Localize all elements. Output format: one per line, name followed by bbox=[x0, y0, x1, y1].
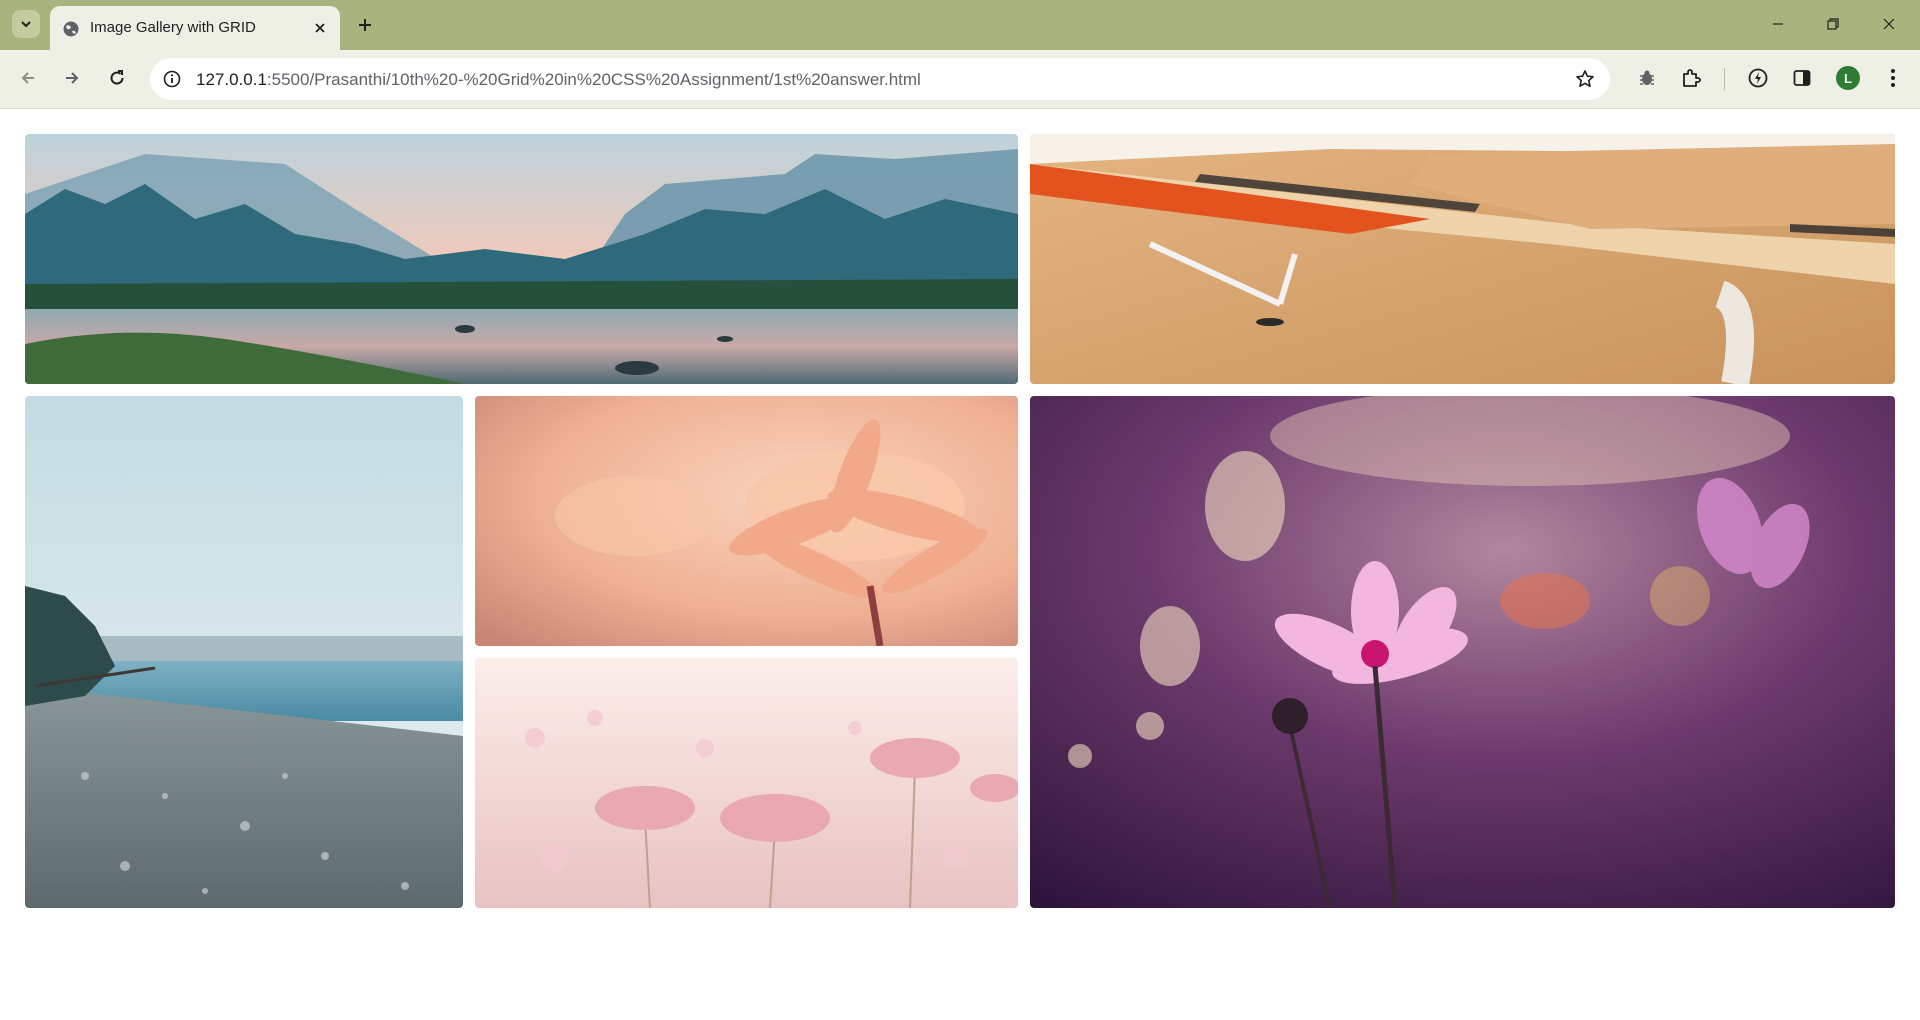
browser-titlebar: Image Gallery with GRID bbox=[0, 0, 1920, 50]
close-icon bbox=[1883, 18, 1895, 30]
performance-icon bbox=[1748, 68, 1768, 88]
tab-title: Image Gallery with GRID bbox=[90, 19, 256, 36]
page-content bbox=[0, 110, 1920, 1020]
minimize-button[interactable] bbox=[1758, 8, 1798, 40]
toolbar-separator bbox=[1724, 68, 1725, 90]
bookmark-button[interactable] bbox=[1574, 68, 1596, 90]
address-bar[interactable]: 127.0.0.1:5500/Prasanthi/10th%20-%20Grid… bbox=[150, 58, 1610, 100]
back-icon bbox=[21, 72, 34, 84]
gallery-image-desk bbox=[1030, 134, 1895, 384]
star-icon bbox=[1576, 70, 1594, 87]
new-tab-button[interactable] bbox=[352, 12, 378, 38]
info-icon bbox=[163, 70, 181, 88]
image-gallery-grid bbox=[25, 134, 1895, 908]
close-icon bbox=[315, 23, 325, 33]
forward-button[interactable] bbox=[57, 63, 87, 93]
chevron-down-icon bbox=[21, 21, 31, 28]
browser-menu-button[interactable] bbox=[1879, 64, 1907, 92]
gallery-image-beach bbox=[25, 396, 463, 908]
bug-icon bbox=[1640, 70, 1654, 85]
profile-avatar[interactable]: L bbox=[1836, 66, 1860, 90]
back-button[interactable] bbox=[13, 63, 43, 93]
url-text: 127.0.0.1:5500/Prasanthi/10th%20-%20Grid… bbox=[196, 70, 921, 90]
tab-close-button[interactable] bbox=[310, 18, 330, 38]
forward-icon bbox=[66, 72, 79, 84]
gallery-image-flower-field bbox=[475, 658, 1018, 908]
site-info-button[interactable] bbox=[160, 67, 184, 91]
performance-button[interactable] bbox=[1744, 64, 1772, 92]
browser-tab-active[interactable]: Image Gallery with GRID bbox=[50, 6, 340, 50]
side-panel-button[interactable] bbox=[1788, 64, 1816, 92]
puzzle-icon bbox=[1683, 69, 1701, 87]
reload-icon bbox=[110, 70, 124, 85]
restore-icon bbox=[1827, 18, 1839, 30]
url-host: 127.0.0.1 bbox=[196, 70, 267, 89]
browser-toolbar: 127.0.0.1:5500/Prasanthi/10th%20-%20Grid… bbox=[0, 50, 1920, 109]
tab-search-button[interactable] bbox=[12, 10, 40, 38]
plus-icon bbox=[359, 19, 371, 31]
more-vertical-icon bbox=[1891, 69, 1895, 87]
restore-button[interactable] bbox=[1813, 8, 1853, 40]
gallery-image-dahlia bbox=[475, 396, 1018, 646]
gallery-image-river bbox=[25, 134, 1018, 384]
globe-icon bbox=[63, 21, 79, 37]
close-window-button[interactable] bbox=[1869, 8, 1909, 40]
reload-button[interactable] bbox=[102, 63, 132, 93]
extensions-button[interactable] bbox=[1677, 64, 1705, 92]
extension-bug-button[interactable] bbox=[1633, 64, 1661, 92]
sidepanel-icon bbox=[1793, 70, 1811, 86]
gallery-image-cosmos bbox=[1030, 396, 1895, 908]
url-path: :5500/Prasanthi/10th%20-%20Grid%20in%20C… bbox=[266, 70, 921, 89]
minimize-icon bbox=[1773, 23, 1783, 25]
